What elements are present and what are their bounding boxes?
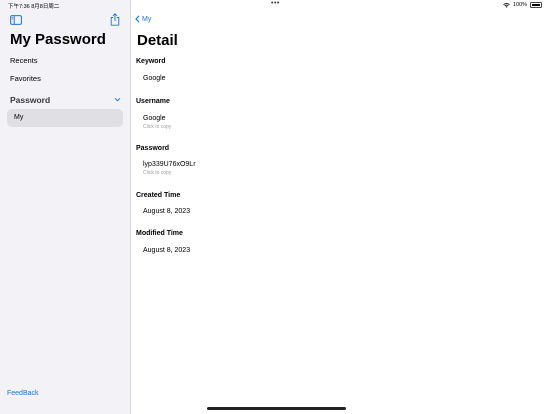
password-value[interactable]: lyp339U76xO9Lr xyxy=(143,161,196,168)
sidebar-item-my[interactable]: My xyxy=(7,109,123,127)
page-title: Detail xyxy=(137,32,178,49)
sidebar-toggle-icon[interactable] xyxy=(10,15,22,25)
status-right: 100% xyxy=(503,2,542,8)
sidebar-item-favorites[interactable]: Favorites xyxy=(10,74,41,83)
password-copy-hint: Click to copy xyxy=(143,170,172,176)
modified-time-label: Modified Time xyxy=(136,230,183,237)
sidebar-item-label: My xyxy=(14,114,24,121)
status-bar: 下午7:36 8月8日周二 ••• 100% xyxy=(0,0,552,10)
status-time: 下午7:36 8月8日周二 xyxy=(8,4,60,10)
modified-time-value: August 8, 2023 xyxy=(143,247,191,254)
back-label: My xyxy=(142,15,152,23)
sidebar-item-recents[interactable]: Recents xyxy=(10,56,38,65)
created-time-value: August 8, 2023 xyxy=(143,208,191,215)
sidebar: My Password Recents Favorites Password M… xyxy=(0,0,131,414)
battery-percent: 100% xyxy=(512,2,527,8)
back-button[interactable]: My xyxy=(135,15,151,23)
username-copy-hint: Click to copy xyxy=(143,124,172,130)
sidebar-title: My Password xyxy=(10,31,106,48)
chevron-left-icon xyxy=(135,15,140,23)
created-time-label: Created Time xyxy=(136,192,181,199)
username-label: Username xyxy=(136,98,170,105)
wifi-icon xyxy=(503,2,510,8)
battery-icon xyxy=(530,2,542,8)
chevron-down-icon[interactable] xyxy=(114,96,121,103)
keyword-value: Google xyxy=(143,75,166,82)
multitasking-dots-icon[interactable]: ••• xyxy=(271,0,280,7)
share-icon[interactable] xyxy=(110,13,120,26)
keyword-label: Keyword xyxy=(136,58,166,65)
home-indicator[interactable] xyxy=(207,407,346,410)
password-label: Password xyxy=(136,145,170,152)
section-header-password[interactable]: Password xyxy=(10,95,123,105)
feedback-link[interactable]: FeedBack xyxy=(7,390,39,397)
username-value[interactable]: Google xyxy=(143,115,166,122)
